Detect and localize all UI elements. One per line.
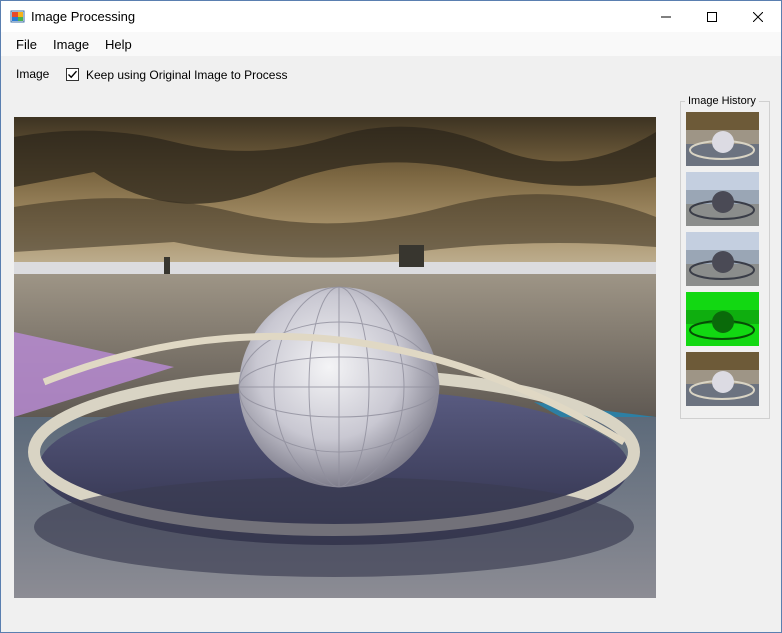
maximize-button[interactable]	[689, 1, 735, 32]
app-icon	[10, 10, 25, 23]
history-thumbnail-image	[686, 112, 759, 166]
keep-original-label: Keep using Original Image to Process	[86, 67, 288, 82]
history-thumbnail-5[interactable]	[686, 352, 759, 406]
checkbox-box[interactable]	[66, 68, 79, 81]
history-thumbnail-image	[686, 172, 759, 226]
menu-bar: File Image Help	[1, 32, 781, 56]
menu-help-label: Help	[105, 37, 132, 52]
history-thumbnail-image	[686, 292, 759, 346]
keep-original-checkbox[interactable]: Keep using Original Image to Process	[66, 67, 287, 82]
window-title: Image Processing	[31, 9, 136, 24]
history-thumbnail-image	[686, 352, 759, 406]
checkmark-icon	[68, 70, 78, 79]
history-thumbnail-image	[686, 232, 759, 286]
history-thumbnail-4[interactable]	[686, 292, 759, 346]
close-icon	[753, 11, 763, 22]
history-thumbnail-3[interactable]	[686, 232, 759, 286]
main-picture-box	[14, 117, 656, 598]
menu-image[interactable]: Image	[53, 37, 89, 52]
menu-file[interactable]: File	[16, 37, 37, 52]
menu-file-label: File	[16, 37, 37, 52]
minimize-icon	[661, 16, 671, 17]
close-button[interactable]	[735, 1, 781, 32]
app-window: Image Processing File Image Help Image K…	[0, 0, 782, 633]
maximize-icon	[707, 11, 717, 22]
menu-help[interactable]: Help	[105, 37, 132, 52]
history-thumbnail-1[interactable]	[686, 112, 759, 166]
processed-image	[14, 117, 656, 598]
history-thumbnail-2[interactable]	[686, 172, 759, 226]
image-label: Image	[16, 67, 50, 81]
menu-image-label: Image	[53, 37, 90, 52]
title-bar[interactable]: Image Processing	[1, 1, 781, 32]
image-history-title: Image History	[685, 95, 759, 107]
minimize-button[interactable]	[643, 1, 689, 32]
